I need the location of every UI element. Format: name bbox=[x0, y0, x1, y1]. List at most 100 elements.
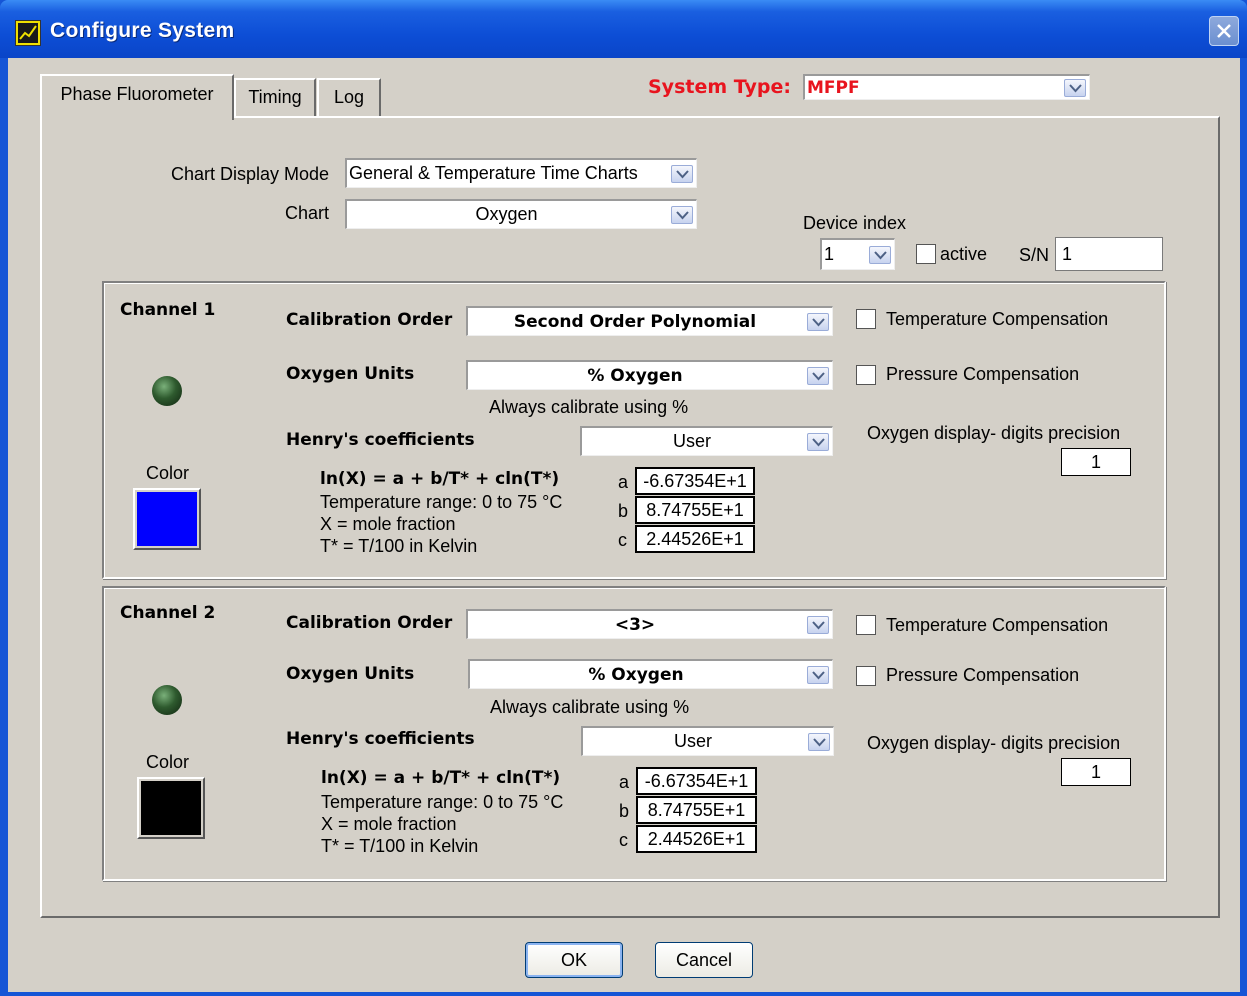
channel-1-coef-a-input[interactable]: -6.67354E+1 bbox=[635, 467, 755, 495]
channel-2-pressure-compensation-checkbox[interactable] bbox=[856, 666, 876, 686]
channel-2-temperature-compensation-label: Temperature Compensation bbox=[886, 615, 1109, 635]
channel-1-oxygen-units-value: % Oxygen bbox=[587, 365, 683, 386]
device-index-select[interactable]: 1 bbox=[820, 238, 895, 270]
tab-label: Log bbox=[333, 87, 365, 107]
channel-2-color-label: Color bbox=[146, 752, 190, 772]
active-checkbox[interactable] bbox=[916, 244, 936, 264]
channel-1-temperature-compensation-label: Temperature Compensation bbox=[886, 309, 1109, 329]
channel-1-calibrate-note: Always calibrate using % bbox=[489, 397, 689, 417]
channel-2-precision-input[interactable]: 1 bbox=[1061, 758, 1131, 786]
channel-1-pressure-compensation-checkbox[interactable] bbox=[856, 365, 876, 385]
channel-2-coef-c-label: c bbox=[619, 830, 628, 850]
chevron-down-icon bbox=[807, 615, 829, 634]
tab-timing[interactable]: Timing bbox=[234, 78, 316, 118]
chart-display-mode-select[interactable]: General & Temperature Time Charts bbox=[345, 158, 697, 188]
chevron-down-icon bbox=[671, 164, 693, 183]
channel-2-coef-a-label: a bbox=[619, 772, 630, 792]
chart-display-mode-value: General & Temperature Time Charts bbox=[349, 163, 638, 183]
chevron-down-icon bbox=[869, 245, 891, 264]
chart-select[interactable]: Oxygen bbox=[345, 199, 697, 229]
channel-1-status-led bbox=[152, 376, 182, 406]
sn-input[interactable]: 1 bbox=[1055, 237, 1163, 271]
app-icon bbox=[15, 20, 41, 46]
tab-label: Phase Fluorometer bbox=[60, 84, 214, 104]
channel-1-color-swatch[interactable] bbox=[133, 488, 201, 550]
channel-1-precision-label: Oxygen display- digits precision bbox=[867, 423, 1121, 443]
channel-1-coef-b-label: b bbox=[618, 501, 629, 521]
device-index-label: Device index bbox=[803, 213, 907, 233]
chevron-down-icon bbox=[807, 432, 829, 451]
active-label: active bbox=[940, 244, 988, 264]
channel-1-coef-a-label: a bbox=[618, 472, 629, 492]
chevron-down-icon bbox=[1064, 78, 1086, 97]
channel-2-status-led bbox=[152, 685, 182, 715]
channel-2-temperature-compensation-checkbox[interactable] bbox=[856, 615, 876, 635]
close-button[interactable] bbox=[1209, 16, 1239, 46]
channel-2-formula: ln(X) = a + b/T* + cln(T*) bbox=[321, 768, 561, 788]
channel-2-t-definition: T* = T/100 in Kelvin bbox=[321, 836, 479, 856]
channel-2-calibration-order-select[interactable]: <3> bbox=[466, 609, 833, 639]
channel-1-pressure-compensation-label: Pressure Compensation bbox=[886, 364, 1080, 384]
chevron-down-icon bbox=[671, 205, 693, 224]
channel-1-color-label: Color bbox=[146, 463, 190, 483]
channel-2-pressure-compensation-label: Pressure Compensation bbox=[886, 665, 1080, 685]
channel-2-calibration-order-value: <3> bbox=[614, 614, 656, 635]
chevron-down-icon bbox=[807, 665, 829, 684]
channel-2-coef-b-label: b bbox=[619, 801, 630, 821]
chevron-down-icon bbox=[807, 366, 829, 385]
channel-2-calibration-order-label: Calibration Order bbox=[286, 613, 453, 633]
cancel-button[interactable]: Cancel bbox=[655, 942, 753, 978]
chart-display-mode-label: Chart Display Mode bbox=[171, 164, 330, 184]
channel-1-calibration-order-select[interactable]: Second Order Polynomial bbox=[466, 306, 833, 336]
channel-1-oxygen-units-select[interactable]: % Oxygen bbox=[466, 360, 833, 390]
channel-1-coef-b-input[interactable]: 8.74755E+1 bbox=[635, 496, 755, 524]
system-type-value: MFPF bbox=[807, 77, 860, 98]
channel-2-henry-value: User bbox=[673, 731, 712, 751]
system-type-select[interactable]: MFPF bbox=[803, 74, 1090, 100]
chart-value: Oxygen bbox=[475, 204, 538, 224]
channel-1-calibration-order-label: Calibration Order bbox=[286, 310, 453, 330]
channel-2-title: Channel 2 bbox=[120, 603, 216, 623]
window-title: Configure System bbox=[50, 19, 235, 42]
channel-1-precision-input[interactable]: 1 bbox=[1061, 448, 1131, 476]
channel-1-temperature-compensation-checkbox[interactable] bbox=[856, 309, 876, 329]
channel-1-henry-select[interactable]: User bbox=[580, 426, 833, 456]
channel-1-t-definition: T* = T/100 in Kelvin bbox=[320, 536, 478, 556]
tab-phase-fluorometer[interactable]: Phase Fluorometer bbox=[40, 74, 234, 120]
channel-2-calibrate-note: Always calibrate using % bbox=[490, 697, 690, 717]
channel-1-formula: ln(X) = a + b/T* + cln(T*) bbox=[320, 469, 560, 489]
sn-label: S/N bbox=[1019, 245, 1050, 265]
channel-2-coef-c-input[interactable]: 2.44526E+1 bbox=[636, 825, 757, 853]
channel-2-color-swatch[interactable] bbox=[137, 777, 205, 839]
channel-2-henry-label: Henry's coefficients bbox=[286, 729, 475, 749]
title-bar[interactable]: Configure System bbox=[0, 0, 1247, 58]
channel-2-oxygen-units-label: Oxygen Units bbox=[286, 664, 415, 684]
ok-button[interactable]: OK bbox=[525, 942, 623, 978]
channel-2-temp-range: Temperature range: 0 to 75 °C bbox=[321, 792, 564, 812]
channel-2-oxygen-units-value: % Oxygen bbox=[588, 664, 684, 685]
device-index-value: 1 bbox=[824, 244, 835, 264]
channel-1-title: Channel 1 bbox=[120, 300, 216, 320]
channel-2-coef-a-input[interactable]: -6.67354E+1 bbox=[636, 767, 757, 795]
channel-2-coef-b-input[interactable]: 8.74755E+1 bbox=[636, 796, 757, 824]
chart-label: Chart bbox=[285, 203, 330, 223]
channel-1-coef-c-label: c bbox=[618, 530, 627, 550]
channel-2-oxygen-units-select[interactable]: % Oxygen bbox=[468, 659, 833, 689]
channel-1-oxygen-units-label: Oxygen Units bbox=[286, 364, 415, 384]
close-icon bbox=[1217, 24, 1231, 38]
chevron-down-icon bbox=[808, 732, 830, 751]
system-type-label: System Type: bbox=[648, 76, 791, 98]
channel-2-x-definition: X = mole fraction bbox=[321, 814, 457, 834]
channel-1-color-fill bbox=[137, 492, 197, 546]
channel-2-precision-label: Oxygen display- digits precision bbox=[867, 733, 1121, 753]
channel-1-calibration-order-value: Second Order Polynomial bbox=[513, 311, 757, 332]
channel-1-coef-c-input[interactable]: 2.44526E+1 bbox=[635, 525, 755, 553]
channel-2-color-fill bbox=[141, 781, 201, 835]
channel-1-henry-label: Henry's coefficients bbox=[286, 430, 475, 450]
channel-1-temp-range: Temperature range: 0 to 75 °C bbox=[320, 492, 563, 512]
tab-label: Timing bbox=[248, 87, 302, 107]
channel-2-henry-select[interactable]: User bbox=[581, 726, 834, 756]
tab-log[interactable]: Log bbox=[317, 78, 381, 118]
channel-1-henry-value: User bbox=[672, 431, 711, 451]
chevron-down-icon bbox=[807, 312, 829, 331]
